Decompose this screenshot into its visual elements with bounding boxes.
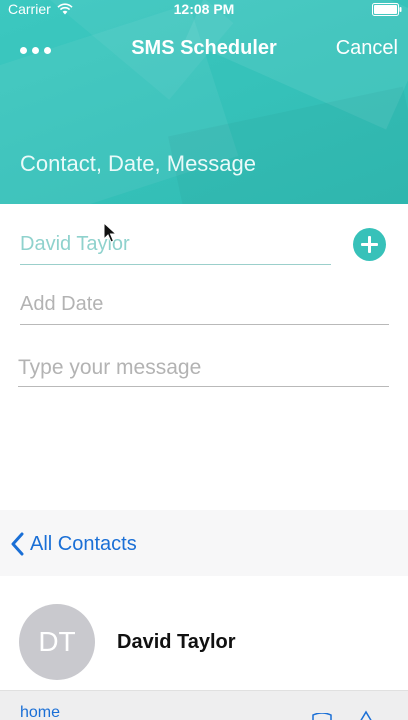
contact-field[interactable]: David Taylor [20, 230, 331, 265]
battery-icon [372, 3, 402, 16]
app-header: Carrier 12:08 PM SMS Scheduler Cancel Co… [0, 0, 408, 204]
contact-field-value: David Taylor [20, 233, 130, 255]
schedule-form: David Taylor Add Date Type your message [0, 204, 408, 510]
contacts-nav: All Contacts [0, 510, 408, 576]
add-contact-button[interactable] [353, 228, 386, 261]
date-field[interactable]: Add Date [20, 290, 389, 325]
all-contacts-back-button[interactable]: All Contacts [10, 532, 137, 556]
back-label: All Contacts [30, 532, 137, 555]
phone-label: home [20, 704, 61, 720]
cancel-button[interactable]: Cancel [336, 37, 398, 60]
contact-card: DT David Taylor [0, 576, 408, 690]
status-bar: Carrier 12:08 PM [0, 0, 408, 20]
plus-icon [361, 236, 378, 253]
phone-row[interactable]: home [0, 690, 408, 720]
status-time: 12:08 PM [173, 1, 235, 17]
message-icon[interactable] [312, 713, 332, 720]
chevron-left-icon [11, 532, 24, 556]
cursor-icon [103, 222, 117, 243]
call-icon[interactable] [358, 709, 374, 720]
nav-bar: SMS Scheduler Cancel [0, 28, 408, 72]
message-field-placeholder: Type your message [18, 356, 202, 379]
header-subtitle: Contact, Date, Message [20, 151, 257, 176]
date-field-placeholder: Add Date [20, 293, 104, 315]
message-field[interactable]: Type your message [18, 354, 389, 387]
contact-picker: All Contacts DT David Taylor home [0, 510, 408, 720]
contact-name: David Taylor [117, 631, 236, 653]
avatar: DT [19, 604, 95, 680]
